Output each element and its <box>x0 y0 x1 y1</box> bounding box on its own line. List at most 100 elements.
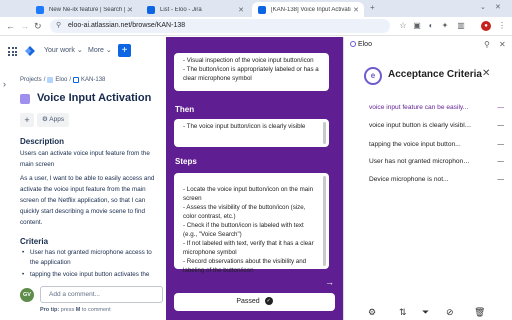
close-icon[interactable]: ✕ <box>482 68 490 79</box>
acceptance-criteria-title: Acceptance Criteria <box>388 69 482 80</box>
dash-icon: — <box>497 104 504 111</box>
extension-icon-2[interactable]: ◐ <box>426 21 436 31</box>
criteria-list: User has not granted microphone access t… <box>22 248 160 282</box>
given-card[interactable]: - Visual inspection of the voice input b… <box>174 53 329 91</box>
jira-header: Your work ⌄ More ⌄ + <box>0 37 165 65</box>
expand-sidebar-icon[interactable]: › <box>3 79 6 89</box>
criteria-item[interactable]: User has not granted microphone... — <box>369 158 504 165</box>
pro-tip-press: press <box>60 307 75 313</box>
comment-input[interactable]: Add a comment... <box>40 286 163 303</box>
breadcrumb-projects[interactable]: Projects <box>20 77 42 83</box>
next-arrow-icon[interactable]: → <box>325 277 334 287</box>
side-panel-icon[interactable]: ▥ <box>456 21 466 31</box>
close-tab-icon[interactable]: ✕ <box>353 6 359 14</box>
dash-icon: — <box>497 158 504 165</box>
more-menu[interactable]: More ⌄ <box>88 46 112 54</box>
then-card[interactable]: - The voice input button/icon is clearly… <box>174 119 329 147</box>
project-icon <box>47 77 54 83</box>
list-item[interactable]: User has not granted microphone access t… <box>22 248 160 268</box>
dash-icon: — <box>497 141 504 148</box>
passed-button[interactable]: Passed ✓ <box>174 293 335 311</box>
your-work-menu[interactable]: Your work ⌄ <box>44 46 83 54</box>
window-close-icon[interactable]: ✕ <box>495 3 501 11</box>
issue-key-icon <box>73 77 80 83</box>
description-story[interactable]: As a user, I want to be able to easily a… <box>20 173 160 228</box>
close-tab-icon[interactable]: ✕ <box>238 6 244 14</box>
criteria-item-label: voice input button is clearly visible... <box>369 122 472 129</box>
profile-avatar[interactable]: ● <box>481 21 491 31</box>
address-bar: ← → ↻ ⚲ eloo-ai.atlassian.net/browse/KAN… <box>0 17 512 36</box>
browser-tab-bar: New Ne-ilx feature | Search | ... ✕ List… <box>0 0 512 17</box>
dash-icon: — <box>497 176 504 183</box>
forward-icon[interactable]: → <box>20 21 29 31</box>
apps-label: Apps <box>49 116 65 123</box>
back-icon[interactable]: ← <box>6 21 15 31</box>
steps-card[interactable]: - Locate the voice input button/icon on … <box>174 173 329 274</box>
settings-gear-icon[interactable]: ⚙ <box>368 307 376 318</box>
description-summary[interactable]: Users can activate voice input feature f… <box>20 148 160 170</box>
add-button[interactable]: + <box>20 113 34 127</box>
criteria-heading: Criteria <box>20 237 49 246</box>
breadcrumb-project[interactable]: Eloo <box>55 77 67 83</box>
passed-label: Passed <box>236 298 260 305</box>
hide-icon[interactable]: ⊘ <box>446 307 454 318</box>
close-tab-icon[interactable]: ✕ <box>127 6 133 14</box>
pin-icon[interactable]: ⚲ <box>484 40 490 49</box>
reload-icon[interactable]: ↻ <box>34 21 42 31</box>
eloo-icon <box>350 41 356 48</box>
side-panel-title: Eloo <box>350 41 372 48</box>
tab-label: List - Eloo - Jira <box>160 6 202 13</box>
scrollbar[interactable] <box>323 176 326 266</box>
apps-button[interactable]: ⚙ Apps <box>37 113 70 127</box>
sort-icon[interactable]: ⇅ <box>399 307 407 318</box>
pro-tip-label: Pro tip: <box>40 307 60 313</box>
criteria-item[interactable]: voice input feature can be easily... — <box>369 104 504 111</box>
criteria-item-label: User has not granted microphone... <box>369 158 472 165</box>
scrollbar[interactable] <box>323 122 326 144</box>
tab-label: New Ne-ilx feature | Search | ... <box>49 6 129 13</box>
jira-logo-icon[interactable] <box>25 46 35 56</box>
issue-type-icon <box>20 94 30 104</box>
url-text: eloo-ai.atlassian.net/browse/KAN-138 <box>68 22 186 29</box>
tab-search-icon[interactable]: ⌄ <box>480 3 486 11</box>
create-button[interactable]: + <box>118 44 131 57</box>
site-info-icon[interactable]: ⚲ <box>56 19 61 33</box>
jira-icon <box>258 5 266 14</box>
filter-icon[interactable]: ⏷ <box>422 307 429 318</box>
criteria-item-label: tapping the voice input button... <box>369 141 461 148</box>
jira-icon <box>147 5 155 14</box>
app-switcher-icon[interactable] <box>8 47 17 56</box>
issue-title[interactable]: Voice Input Activation <box>37 92 151 104</box>
check-icon: ✓ <box>264 297 273 306</box>
list-item[interactable]: tapping the voice input button activates… <box>22 270 160 280</box>
extensions-puzzle-icon[interactable]: ✦ <box>440 21 450 31</box>
bookmark-star-icon[interactable]: ☆ <box>398 21 408 31</box>
steps-heading: Steps <box>175 157 197 166</box>
tab-confluence-search[interactable]: New Ne-ilx feature | Search | ... ✕ <box>30 2 138 17</box>
test-case-panel: - Visual inspection of the voice input b… <box>166 37 343 320</box>
breadcrumb-issue-key[interactable]: KAN-138 <box>81 77 105 83</box>
criteria-item-label: Device microphone is not... <box>369 176 449 183</box>
then-heading: Then <box>175 105 195 114</box>
close-panel-icon[interactable]: ✕ <box>499 40 506 49</box>
avatar: GV <box>20 288 34 302</box>
new-tab-button[interactable]: + <box>370 3 375 12</box>
comment-area: GV Add a comment... Pro tip: press M to … <box>0 280 165 320</box>
delete-icon[interactable]: 🗑 <box>474 307 485 318</box>
steps-text: - Locate the voice input button/icon on … <box>183 186 314 274</box>
url-field[interactable]: ⚲ eloo-ai.atlassian.net/browse/KAN-138 <box>50 19 390 33</box>
criteria-item[interactable]: voice input button is clearly visible...… <box>369 122 504 129</box>
tab-jira-list[interactable]: List - Eloo - Jira ✕ <box>141 2 249 17</box>
criteria-item[interactable]: Device microphone is not... — <box>369 176 504 183</box>
eloo-logo-icon: e <box>364 67 382 85</box>
pro-tip-key: M <box>75 307 81 313</box>
browser-menu-icon[interactable]: ⋮ <box>497 21 507 31</box>
extension-icon-1[interactable]: ▣ <box>412 21 422 31</box>
breadcrumb: Projects / Eloo / KAN-138 <box>20 77 105 83</box>
pro-tip-suffix: to comment <box>81 307 111 313</box>
tab-kan-138[interactable]: [KAN-138] Voice Input Activati... ✕ <box>252 2 364 17</box>
breadcrumb-separator: / <box>69 77 72 83</box>
criteria-item[interactable]: tapping the voice input button... — <box>369 141 504 148</box>
gear-icon: ⚙ <box>42 116 48 123</box>
breadcrumb-separator: / <box>43 77 46 83</box>
